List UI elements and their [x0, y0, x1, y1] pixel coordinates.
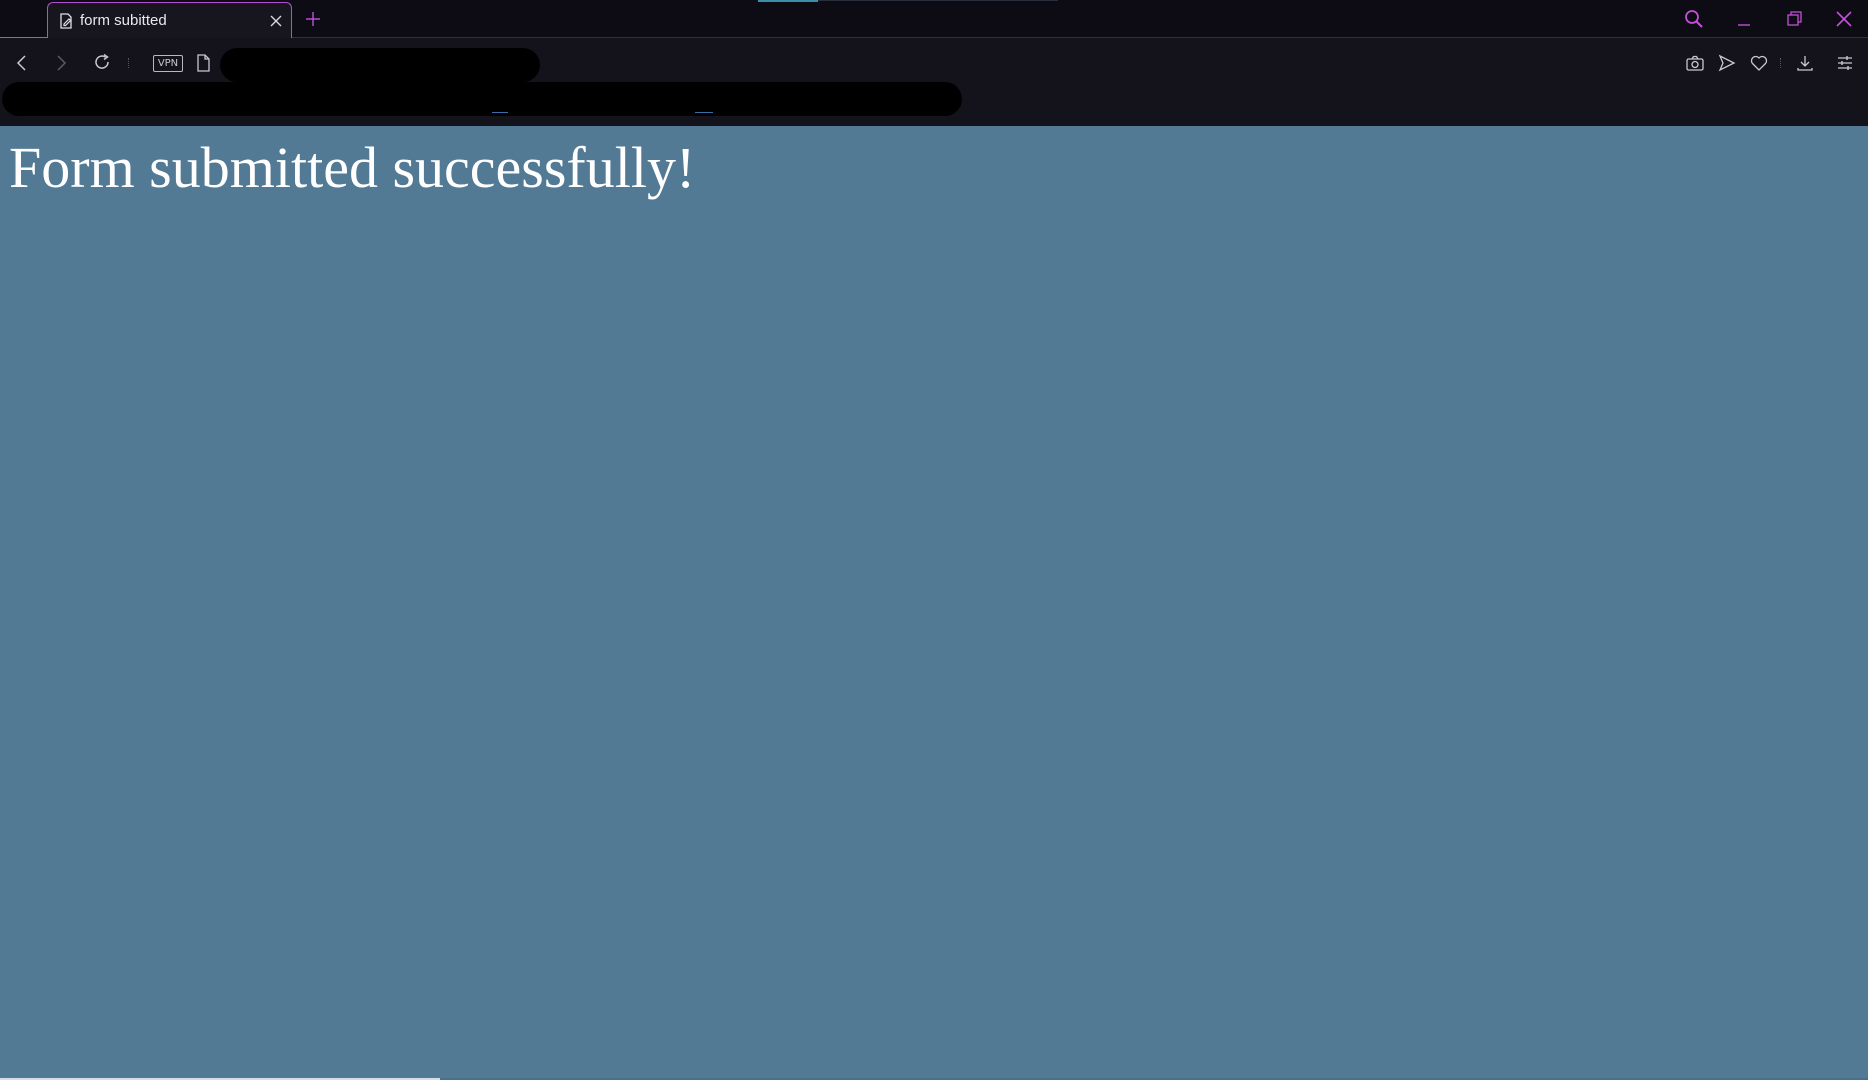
page-info-icon[interactable] [193, 53, 213, 73]
tab-bar: form subitted [0, 0, 1868, 38]
edit-document-icon [60, 13, 72, 29]
page-content: Form submitted successfully! [0, 126, 1868, 1080]
bookmark-hint [695, 112, 713, 113]
vpn-badge[interactable]: VPN [153, 55, 183, 72]
close-tab-icon[interactable] [268, 13, 284, 29]
toolbar-separator [128, 58, 131, 68]
back-icon[interactable] [12, 53, 32, 73]
minimize-icon[interactable] [1733, 8, 1755, 30]
heart-icon[interactable] [1749, 53, 1769, 73]
reload-icon[interactable] [92, 52, 112, 72]
new-tab-icon[interactable] [303, 9, 323, 29]
navigation-toolbar: VPN [0, 38, 1868, 126]
tab-title: form subitted [80, 12, 167, 29]
download-icon[interactable] [1795, 53, 1815, 73]
easy-setup-icon[interactable] [1835, 53, 1855, 73]
bookmark-hint [492, 112, 508, 113]
search-icon[interactable] [1683, 8, 1705, 30]
send-icon[interactable] [1717, 53, 1737, 73]
bookmarks-bar-redacted [2, 82, 962, 116]
toolbar-separator [1780, 58, 1783, 68]
close-window-icon[interactable] [1833, 8, 1855, 30]
camera-icon[interactable] [1685, 53, 1705, 73]
tab-bar-accent-line [818, 0, 1058, 1]
restore-icon[interactable] [1783, 8, 1805, 30]
browser-window: form subitted VPN Form submitted success… [0, 0, 1868, 1080]
forward-icon[interactable] [51, 53, 71, 73]
tab-bar-accent [758, 0, 818, 2]
active-tab[interactable]: form subitted [47, 2, 292, 38]
address-bar-redacted[interactable] [220, 48, 540, 82]
page-heading: Form submitted successfully! [9, 135, 696, 200]
